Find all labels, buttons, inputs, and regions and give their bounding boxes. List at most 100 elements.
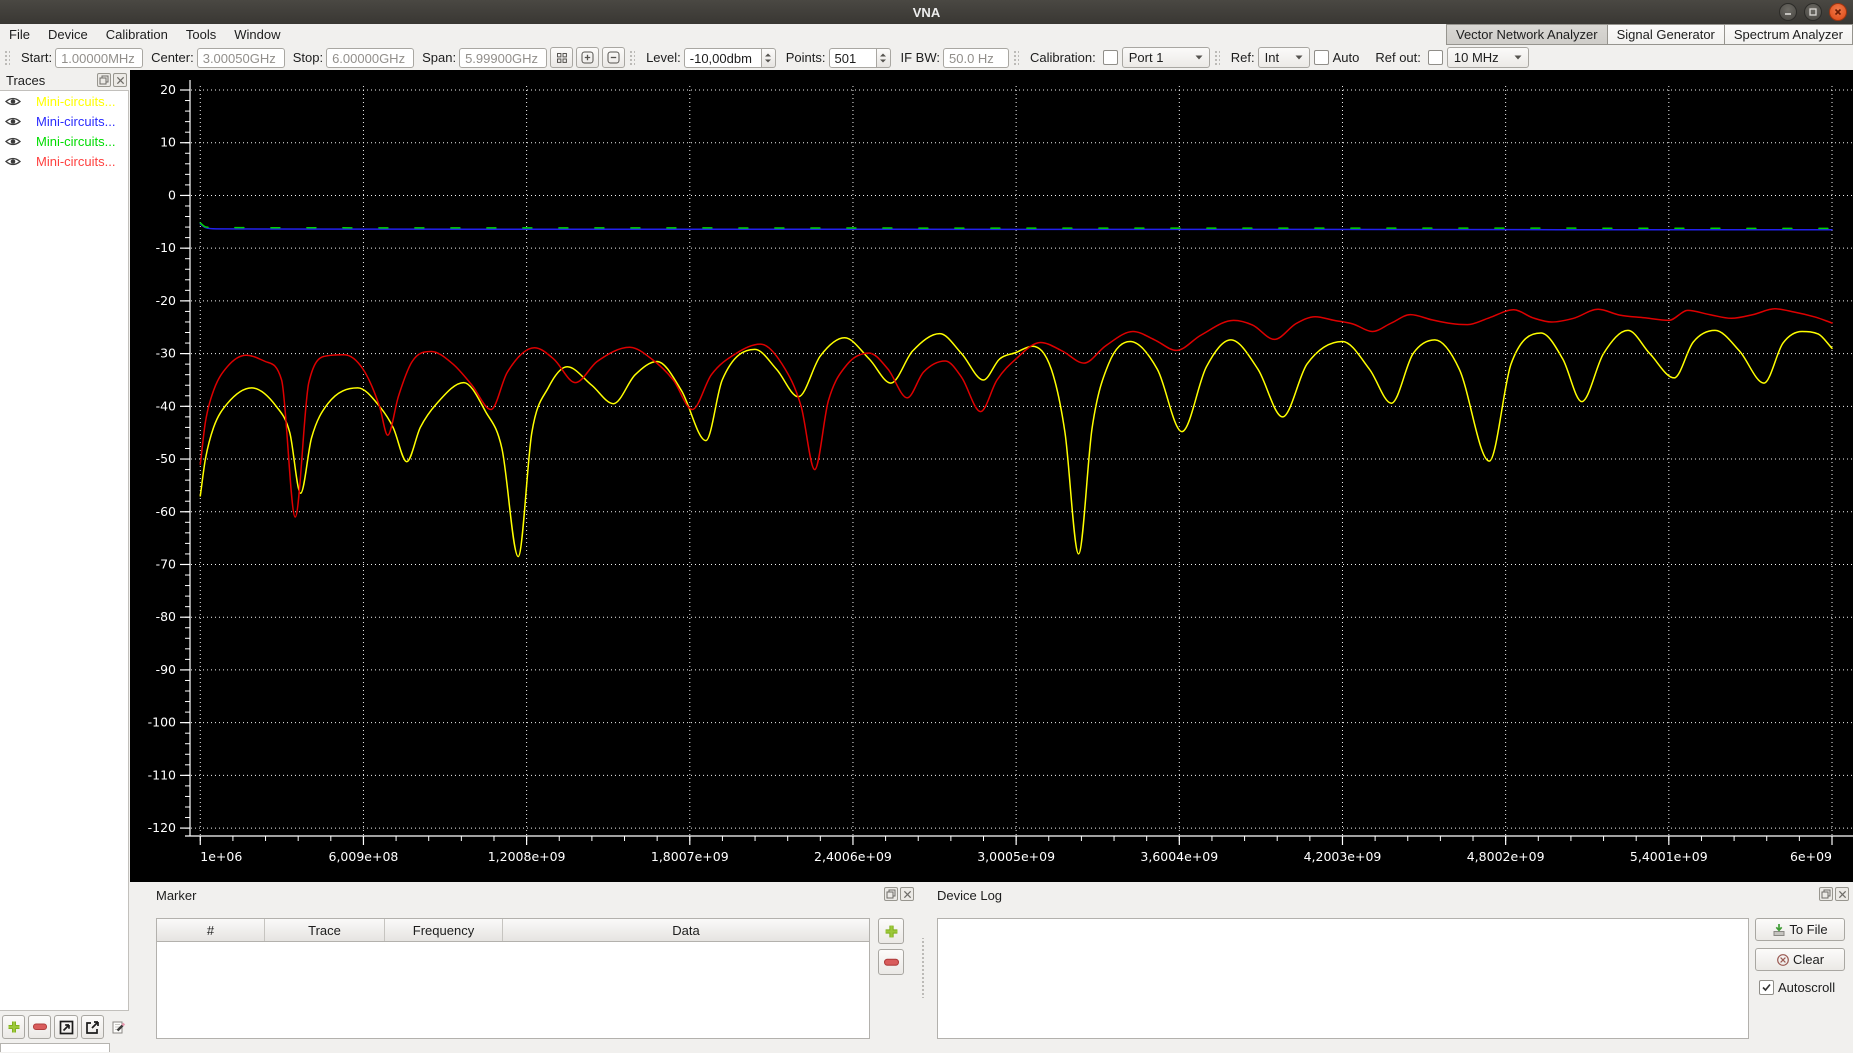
spin-down-icon bbox=[880, 59, 887, 62]
trace-filter-strip bbox=[0, 1043, 130, 1053]
bottom-docks: Marker # Trace Frequency Data Device Log… bbox=[130, 882, 1853, 1053]
ref-auto-checkbox[interactable] bbox=[1313, 50, 1329, 65]
traces-dock: Traces Mini-circuits... Mini-circuits... bbox=[0, 70, 130, 1053]
tab-vector-network-analyzer[interactable]: Vector Network Analyzer bbox=[1445, 24, 1607, 45]
autoscroll-checkbox[interactable] bbox=[1759, 980, 1774, 995]
zoom-out-button[interactable] bbox=[602, 47, 626, 68]
zoom-in-button[interactable] bbox=[576, 47, 600, 68]
float-icon bbox=[886, 889, 896, 899]
zoom-in-icon bbox=[581, 51, 594, 64]
svg-text:4,8002e+09: 4,8002e+09 bbox=[1467, 849, 1545, 864]
tab-spectrum-analyzer[interactable]: Spectrum Analyzer bbox=[1723, 24, 1853, 45]
window-title: VNA bbox=[912, 4, 941, 20]
edit-trace-button[interactable] bbox=[107, 1015, 130, 1039]
start-label: Start: bbox=[21, 50, 53, 65]
start-input[interactable]: 1.00000MHz bbox=[55, 47, 144, 68]
device-log-actions: To File Clear Autoscroll bbox=[1755, 918, 1845, 995]
export-trace-button[interactable] bbox=[80, 1015, 104, 1039]
trace-curve bbox=[199, 222, 1833, 230]
minimize-button[interactable] bbox=[1779, 3, 1797, 21]
float-dock-button[interactable] bbox=[884, 887, 898, 901]
remove-trace-button[interactable] bbox=[28, 1015, 52, 1039]
svg-text:-40: -40 bbox=[156, 398, 176, 413]
chevron-down-icon bbox=[1295, 55, 1303, 60]
calibration-port-select[interactable]: Port 1 bbox=[1121, 47, 1210, 68]
ifbw-input[interactable]: 50.0 Hz bbox=[943, 47, 1009, 68]
marker-column-number[interactable]: # bbox=[157, 919, 265, 941]
close-button[interactable] bbox=[1829, 3, 1847, 21]
import-arrow-icon bbox=[59, 1020, 73, 1034]
trace-row[interactable]: Mini-circuits... bbox=[0, 91, 128, 111]
device-log-output[interactable] bbox=[937, 918, 1749, 1039]
tab-signal-generator[interactable]: Signal Generator bbox=[1606, 24, 1724, 45]
points-input[interactable]: 501 bbox=[828, 47, 877, 68]
center-input[interactable]: 3.00050GHz bbox=[196, 47, 285, 68]
log-clear-button[interactable]: Clear bbox=[1755, 948, 1845, 971]
import-trace-button[interactable] bbox=[54, 1015, 78, 1039]
points-spinbox[interactable]: 501 bbox=[828, 47, 891, 68]
marker-actions bbox=[878, 918, 904, 975]
minus-icon bbox=[32, 1023, 47, 1030]
close-dock-button[interactable] bbox=[113, 73, 127, 87]
span-input[interactable]: 5.99900GHz bbox=[459, 47, 548, 68]
span-label: Span: bbox=[422, 50, 457, 65]
menubar: File Device Calibration Tools Window Vec… bbox=[0, 24, 1853, 46]
trace-visibility-toggle[interactable] bbox=[0, 116, 26, 127]
svg-text:5,4001e+09: 5,4001e+09 bbox=[1630, 849, 1708, 864]
maximize-button[interactable] bbox=[1804, 3, 1822, 21]
trace-label[interactable]: Mini-circuits... bbox=[26, 154, 115, 169]
svg-text:-120: -120 bbox=[148, 820, 176, 835]
close-dock-button[interactable] bbox=[1835, 887, 1849, 901]
refout-checkbox[interactable] bbox=[1427, 50, 1443, 65]
toolbar-drag-handle[interactable] bbox=[1212, 49, 1220, 66]
plus-icon bbox=[885, 925, 897, 937]
points-spin-arrows[interactable] bbox=[876, 47, 891, 68]
level-input[interactable]: -10,00dbm bbox=[683, 47, 762, 68]
marker-column-data[interactable]: Data bbox=[503, 919, 869, 941]
stop-input[interactable]: 6.00000GHz bbox=[326, 47, 415, 68]
svg-text:-10: -10 bbox=[156, 240, 176, 255]
traces-dock-header[interactable]: Traces bbox=[0, 70, 130, 90]
menu-file[interactable]: File bbox=[0, 24, 39, 45]
marker-table-body[interactable] bbox=[157, 942, 869, 1038]
ref-select[interactable]: Int bbox=[1257, 47, 1310, 68]
marker-column-trace[interactable]: Trace bbox=[265, 919, 385, 941]
menu-window[interactable]: Window bbox=[225, 24, 289, 45]
trace-filter-input[interactable] bbox=[0, 1043, 110, 1052]
marker-column-frequency[interactable]: Frequency bbox=[385, 919, 503, 941]
float-dock-button[interactable] bbox=[97, 73, 111, 87]
svg-text:1,8007e+09: 1,8007e+09 bbox=[651, 849, 729, 864]
trace-visibility-toggle[interactable] bbox=[0, 136, 26, 147]
menu-tools[interactable]: Tools bbox=[177, 24, 225, 45]
marker-dock: Marker # Trace Frequency Data bbox=[130, 882, 918, 1053]
trace-row[interactable]: Mini-circuits... bbox=[0, 151, 128, 171]
trace-label[interactable]: Mini-circuits... bbox=[26, 114, 115, 129]
calibration-checkbox[interactable] bbox=[1102, 50, 1118, 65]
level-spinbox[interactable]: -10,00dbm bbox=[683, 47, 776, 68]
vna-plot[interactable]: 20 10 0 -10 -20 -30 -40 -50 -60 -70 -80 -90 -100 -110… bbox=[130, 70, 1853, 882]
log-to-file-button[interactable]: To File bbox=[1755, 918, 1845, 941]
menu-calibration[interactable]: Calibration bbox=[97, 24, 177, 45]
toolbar-drag-handle[interactable] bbox=[3, 49, 10, 66]
close-dock-button[interactable] bbox=[900, 887, 914, 901]
trace-row[interactable]: Mini-circuits... bbox=[0, 131, 128, 151]
add-trace-button[interactable] bbox=[2, 1015, 26, 1039]
full-span-button[interactable] bbox=[550, 47, 574, 68]
toolbar-drag-handle[interactable] bbox=[628, 49, 636, 66]
refout-freq-select[interactable]: 10 MHz bbox=[1446, 47, 1529, 68]
trace-label[interactable]: Mini-circuits... bbox=[26, 94, 115, 109]
add-marker-button[interactable] bbox=[878, 918, 904, 944]
trace-visibility-toggle[interactable] bbox=[0, 156, 26, 167]
float-dock-button[interactable] bbox=[1819, 887, 1833, 901]
dock-splitter[interactable] bbox=[918, 937, 927, 998]
menu-device[interactable]: Device bbox=[39, 24, 97, 45]
trace-visibility-toggle[interactable] bbox=[0, 96, 26, 107]
trace-label[interactable]: Mini-circuits... bbox=[26, 134, 115, 149]
trace-row[interactable]: Mini-circuits... bbox=[0, 111, 128, 131]
ifbw-label: IF BW: bbox=[900, 50, 940, 65]
device-log-dock: Device Log To File Clear Autoscroll bbox=[927, 882, 1853, 1053]
remove-marker-button[interactable] bbox=[878, 949, 904, 975]
minus-icon bbox=[883, 958, 899, 966]
toolbar-drag-handle[interactable] bbox=[1012, 49, 1019, 66]
level-spin-arrows[interactable] bbox=[761, 47, 776, 68]
